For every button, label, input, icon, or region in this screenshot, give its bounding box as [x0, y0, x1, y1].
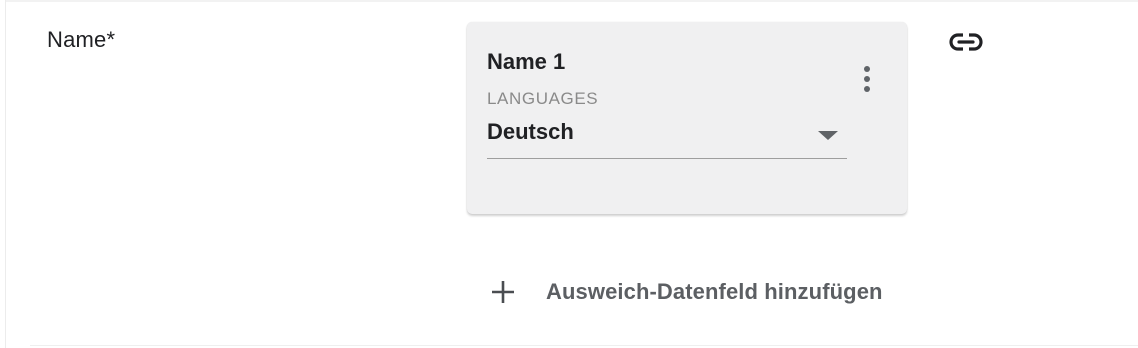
field-row: Name* Name 1 LANGUAGES Deutsch Ausweich-	[0, 0, 1138, 348]
top-divider	[6, 0, 1138, 2]
field-label: Name*	[47, 27, 116, 52]
languages-select-label: LANGUAGES	[487, 89, 599, 108]
link-icon[interactable]	[948, 30, 984, 54]
languages-select-value: Deutsch	[487, 119, 574, 144]
datafield-card: Name 1 LANGUAGES Deutsch	[467, 22, 907, 214]
more-vert-icon-dot	[864, 76, 870, 82]
add-fallback-datafield-label: Ausweich-Datenfeld hinzufügen	[546, 279, 883, 304]
left-border	[5, 0, 6, 348]
arrow-drop-down-icon	[818, 131, 838, 140]
more-vert-icon-dot	[864, 86, 870, 92]
languages-select[interactable]: Deutsch	[487, 116, 847, 159]
plus-icon	[490, 279, 516, 305]
card-title: Name 1	[487, 49, 566, 74]
more-options-button[interactable]	[853, 66, 881, 100]
more-vert-icon-dot	[864, 66, 870, 72]
add-fallback-datafield-button[interactable]: Ausweich-Datenfeld hinzufügen	[490, 270, 883, 314]
bottom-divider	[30, 345, 1138, 346]
